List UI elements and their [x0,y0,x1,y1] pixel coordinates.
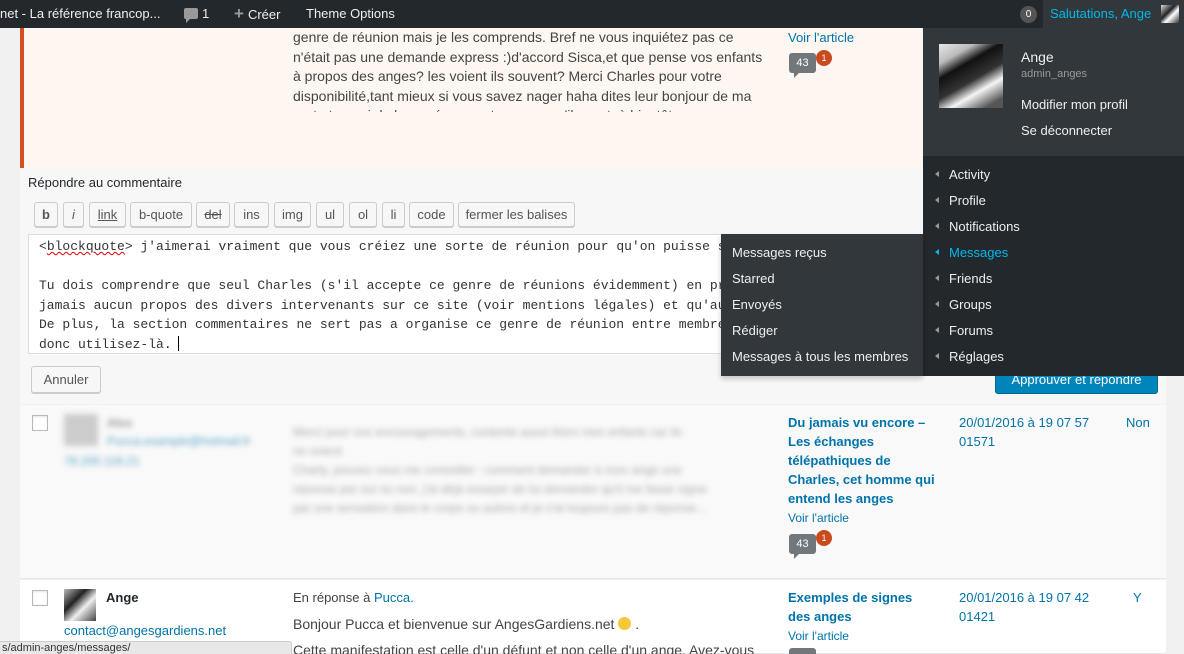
create-menu[interactable]: + Créer [234,0,280,28]
menu-item-notifications[interactable]: Notifications [949,219,1020,234]
qt-del-button[interactable]: del [196,202,230,227]
site-name-link[interactable]: net - La référence francop... [0,0,170,28]
comment-flag: Non [1126,415,1150,430]
menu-item-friends[interactable]: Friends [949,271,992,286]
account-display-name[interactable]: Ange [1021,49,1054,65]
reply-line-5: donc utilisez-là. [39,336,172,352]
comment-count-bubble[interactable] [789,648,816,654]
arrow-left-icon [935,249,939,255]
author-email[interactable]: Pucca.example@hotmail.fr [107,432,251,451]
highlighted-comment-text: genre de réunion mais je les comprends. … [293,29,763,112]
arrow-left-icon [935,275,939,281]
menu-item-activity[interactable]: Activity [949,167,990,182]
qt-img-button[interactable]: img [274,202,311,227]
comments-menu[interactable]: 1 [184,0,209,28]
menu-item-groups[interactable]: Groups [949,297,992,312]
qt-bold-button[interactable]: b [34,202,58,227]
in-reply-to-link[interactable]: Pucca. [374,590,414,605]
account-submenu [923,156,1184,376]
reply-line-3: jamais aucun propos des divers intervena… [39,297,728,313]
avatar [64,414,98,446]
comment-count-bubble[interactable]: 43 [789,534,816,559]
post-title-link[interactable]: Du jamais vu encore – Les échanges télép… [788,413,938,508]
comment-icon [184,8,198,23]
author-name: Ange [106,590,139,605]
qt-bquote-button[interactable]: b-quote [130,202,192,227]
menu-item-starred[interactable]: Starred [732,271,775,286]
admin-bar: net - La référence francop... 1 + Créer T… [0,0,1184,28]
pending-count-badge: 1 [816,50,832,66]
qt-li-button[interactable]: li [382,202,405,227]
comments-count: 1 [202,6,210,21]
status-url: s/admin-anges/messages/ [0,641,292,654]
comment-count-bubble[interactable]: 43 [789,53,816,78]
menu-item-messages[interactable]: Messages [949,245,1008,260]
avatar [64,589,96,621]
row-checkbox[interactable] [32,590,48,606]
plus-icon: + [234,4,244,23]
greeting: Salutations, Ange [1050,6,1152,21]
arrow-left-icon [935,353,939,359]
author-email[interactable]: contact@angesgardiens.net [64,623,226,638]
post-title-link[interactable]: Exemples de signes des anges [788,588,938,626]
row-checkbox[interactable] [32,415,48,431]
arrow-left-icon [935,171,939,177]
reply-line-1: <blockquote> j'aimerai vraiment que vous… [39,239,728,254]
qt-close-tags-button[interactable]: fermer les balises [458,202,575,227]
author-ip[interactable]: 78.200.116.21 [64,452,140,471]
menu-item-profile[interactable]: Profile [949,193,986,208]
my-account-menu[interactable]: Salutations, Ange [1043,0,1184,28]
qt-ins-button[interactable]: ins [234,202,269,227]
view-post-link[interactable]: Voir l'article [788,629,849,643]
menu-item-settings[interactable]: Réglages [949,349,1004,364]
reply-line-4: De plus, la section commentaires ne sert… [39,317,728,332]
qt-code-button[interactable]: code [409,202,454,227]
avatar-small [1161,5,1179,23]
comment-text-continued: Cette manifestation est celle d'un défun… [293,642,755,654]
comment-flag: Y [1133,590,1142,605]
reply-title: Répondre au commentaire [28,175,182,190]
menu-item-sent[interactable]: Envoyés [732,297,782,312]
cancel-button[interactable]: Annuler [31,366,101,393]
comment-date[interactable]: 20/01/2016 à 19 07 57 01571 [959,413,1109,451]
pending-count-badge: 1 [816,530,832,546]
arrow-left-icon [935,301,939,307]
avatar[interactable] [939,44,1003,108]
reply-line-2: Tu dois comprendre que seul Charles (s'i… [39,278,728,293]
create-label: Créer [247,7,281,22]
notification-count[interactable]: 0 [1020,6,1037,23]
arrow-left-icon [935,197,939,203]
view-post-link[interactable]: Voir l'article [788,511,849,525]
menu-item-forums[interactable]: Forums [949,323,993,338]
arrow-left-icon [935,223,939,229]
arrow-left-icon [935,327,939,333]
in-reply-to: En réponse à Pucca. [293,590,414,605]
comment-text: Bonjour Pucca et bienvenue sur AngesGard… [293,616,640,632]
qt-link-button[interactable]: link [89,202,126,227]
logout-link[interactable]: Se déconnecter [1021,123,1112,138]
menu-item-notice-all[interactable]: Messages à tous les membres [732,349,908,364]
text-caret [177,335,179,351]
qt-ol-button[interactable]: ol [349,202,377,227]
view-post-link[interactable]: Voir l'article [788,30,854,45]
theme-options-link[interactable]: Theme Options [306,0,395,28]
reply-textarea[interactable]: <blockquote> j'aimerai vraiment que vous… [28,234,728,354]
comment-date[interactable]: 20/01/2016 à 19 07 42 01421 [959,588,1109,626]
qt-ul-button[interactable]: ul [316,202,344,227]
smiley-icon [618,617,632,630]
author-name: Alex [107,416,133,430]
edit-profile-link[interactable]: Modifier mon profil [1021,97,1128,112]
comment-text: Merci pour vos encouragements, contente … [293,425,707,515]
menu-item-compose[interactable]: Rédiger [732,323,778,338]
qt-italic-button[interactable]: i [63,202,84,227]
menu-item-inbox[interactable]: Messages reçus [732,245,827,260]
account-username: admin_anges [1021,68,1088,80]
